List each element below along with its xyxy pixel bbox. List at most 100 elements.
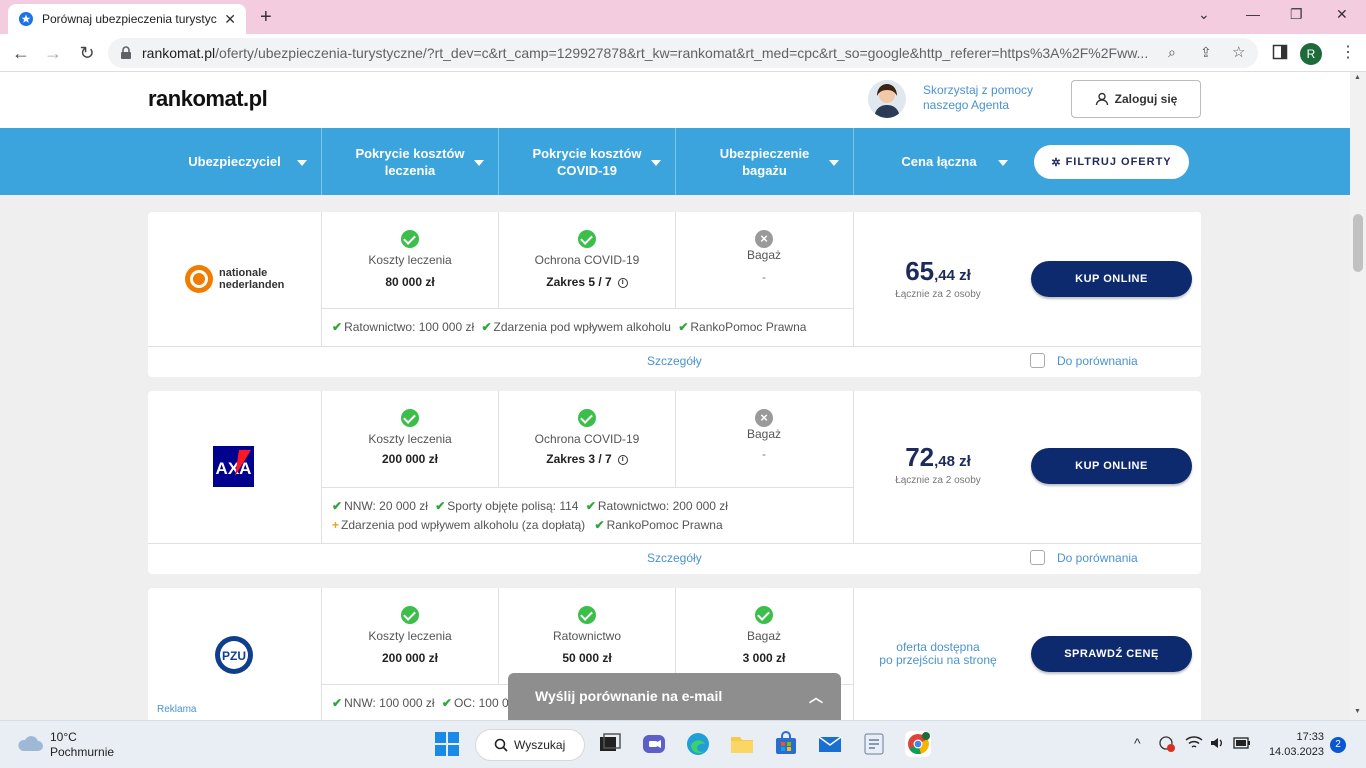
taskbar-search[interactable]: Wyszukaj	[475, 729, 585, 761]
check-icon	[401, 230, 419, 248]
back-icon[interactable]: ←	[10, 42, 32, 64]
filter-offers-button[interactable]: ✲ FILTRUJ OFERTY	[1034, 145, 1189, 179]
details-link[interactable]: Szczegóły	[647, 354, 702, 368]
cloud-icon[interactable]	[16, 733, 44, 753]
search-label: Wyszukaj	[514, 738, 566, 752]
rankomat-logo[interactable]: rankomat.pl	[148, 86, 268, 112]
edge-icon[interactable]	[685, 731, 711, 757]
filter-insurer[interactable]: Ubezpieczyciel	[148, 128, 322, 195]
network-status-icon[interactable]	[1158, 735, 1176, 753]
tick-icon: ✔	[332, 696, 343, 710]
file-explorer-icon[interactable]	[729, 731, 755, 757]
browser-toolbar: ← → ↻ rankomat.pl/oferty/ubezpieczenia-t…	[0, 34, 1366, 72]
tab-title: Porównaj ubezpieczenia turystyc	[42, 12, 217, 26]
feature-item: Sporty objęte polisą: 114	[447, 499, 579, 513]
site-header: rankomat.pl Skorzystaj z pomocy naszego …	[0, 72, 1350, 128]
info-icon[interactable]: i	[617, 454, 628, 465]
maximize-icon[interactable]: ❐	[1290, 6, 1303, 23]
svg-text:PZU: PZU	[222, 649, 246, 663]
close-window-icon[interactable]: ✕	[1336, 6, 1348, 23]
coverage-value: -	[762, 447, 766, 461]
lock-icon	[120, 46, 132, 60]
email-comparison-bar[interactable]: Wyślij porównanie na e-mail ︿	[508, 673, 841, 720]
address-bar[interactable]: rankomat.pl/oferty/ubezpieczenia-turysty…	[108, 38, 1258, 68]
check-price-button[interactable]: SPRAWDŹ CENĘ	[1031, 636, 1192, 672]
scroll-up-icon[interactable]: ▲	[1354, 74, 1361, 81]
feature-list: ✔ Ratownictwo: 100 000 zł ✔ Zdarzenia pod …	[332, 320, 806, 334]
scroll-down-icon[interactable]: ▼	[1354, 708, 1361, 715]
mail-icon[interactable]	[817, 731, 843, 757]
sidepanel-icon[interactable]	[1272, 44, 1288, 60]
price-main: 72	[905, 442, 935, 472]
price-block: 65,44 zł Łącznie za 2 osoby	[853, 256, 1023, 300]
teams-chat-icon[interactable]	[641, 731, 667, 757]
buy-online-button[interactable]: KUP ONLINE	[1031, 261, 1192, 297]
compare-checkbox[interactable]: Do porównania	[1030, 353, 1138, 368]
task-view-icon[interactable]	[597, 731, 623, 757]
price-block: 72,48 zł Łącznie za 2 osoby	[853, 442, 1023, 486]
price-note-block: oferta dostępna po przejściu na stronę	[853, 641, 1023, 667]
coverage-label: Bagaż	[746, 248, 782, 262]
weather-temp: 10°C	[50, 730, 77, 744]
feature-item: RankoPomoc Prawna	[606, 518, 723, 532]
reload-icon[interactable]: ↻	[76, 42, 98, 64]
wifi-icon[interactable]	[1185, 735, 1203, 751]
agent-help-link[interactable]: Skorzystaj z pomocy naszego Agenta	[923, 83, 1063, 113]
bookmark-star-icon[interactable]: ☆	[1232, 43, 1245, 61]
menu-kebab-icon[interactable]: ⋮	[1340, 42, 1356, 62]
share-icon[interactable]: ⇪	[1200, 44, 1212, 61]
filter-baggage[interactable]: Ubezpieczenie bagażu	[676, 128, 854, 195]
info-icon[interactable]: i	[617, 277, 628, 288]
divider	[148, 346, 1201, 347]
zoom-search-icon[interactable]: ⌕	[1168, 44, 1176, 61]
price-decimal: ,44 zł	[934, 267, 971, 284]
chevron-up-icon[interactable]: ^	[1134, 735, 1141, 751]
checkbox-icon[interactable]	[1030, 353, 1045, 368]
check-icon	[755, 606, 773, 624]
filter-price[interactable]: Cena łączna	[854, 128, 1024, 195]
weather-widget[interactable]: 10°C Pochmurnie	[50, 730, 114, 760]
coverage-rescue: Ratownictwo 50 000 zł	[499, 606, 675, 665]
close-tab-icon[interactable]: ✕	[224, 11, 236, 28]
compare-checkbox[interactable]: Do porównania	[1030, 550, 1138, 565]
buy-online-button[interactable]: KUP ONLINE	[1031, 448, 1192, 484]
coverage-covid: Ochrona COVID-19 Zakres 5 / 7 i	[499, 230, 675, 289]
coverage-label: Koszty leczenia	[368, 432, 452, 446]
login-button[interactable]: Zaloguj się	[1071, 80, 1201, 118]
filter-medical-label: Pokrycie kosztów leczenia	[355, 145, 465, 178]
checkbox-icon[interactable]	[1030, 550, 1045, 565]
feature-item: Ratownictwo: 100 000 zł	[344, 320, 475, 334]
scrollbar-thumb[interactable]	[1353, 214, 1363, 272]
browser-tab[interactable]: Porównaj ubezpieczenia turystyc ✕	[8, 4, 246, 34]
tick-icon: ✔	[594, 518, 605, 532]
notification-badge[interactable]: 2	[1330, 737, 1346, 753]
details-link[interactable]: Szczegóły	[647, 551, 702, 565]
forward-icon[interactable]: →	[42, 42, 64, 64]
plus-icon: +	[332, 518, 340, 532]
battery-icon[interactable]	[1233, 736, 1251, 750]
browser-tab-strip: Porównaj ubezpieczenia turystyc ✕ + ⌄ — …	[0, 0, 1366, 34]
chevron-up-icon[interactable]: ︿	[809, 687, 823, 707]
filter-medical-costs[interactable]: Pokrycie kosztów leczenia	[322, 128, 499, 195]
new-tab-icon[interactable]: +	[260, 6, 272, 29]
agent-avatar[interactable]	[868, 80, 906, 118]
page-scrollbar[interactable]: ▲ ▼	[1350, 72, 1366, 720]
system-clock[interactable]: 17:33 14.03.2023	[1262, 730, 1324, 760]
filter-covid-label: Pokrycie kosztów COVID-19	[532, 145, 642, 178]
coverage-label: Ratownictwo	[552, 629, 622, 643]
site-favicon-icon	[18, 11, 34, 27]
filter-covid[interactable]: Pokrycie kosztów COVID-19	[499, 128, 676, 195]
profile-avatar[interactable]: R	[1300, 43, 1322, 65]
speaker-icon[interactable]	[1209, 735, 1225, 751]
tab-search-icon[interactable]: ⌄	[1198, 6, 1210, 23]
minimize-icon[interactable]: —	[1246, 6, 1260, 22]
pzu-logo-icon: PZU	[215, 636, 253, 674]
feature-list: ✔ NNW: 100 000 zł ✔ OC: 100 0	[332, 696, 509, 710]
windows-start-icon[interactable]	[434, 731, 460, 757]
store-icon[interactable]	[773, 731, 799, 757]
filter-offers-label: FILTRUJ OFERTY	[1065, 156, 1172, 168]
notepad-app-icon[interactable]	[861, 731, 887, 757]
compare-label: Do porównania	[1057, 353, 1138, 368]
chrome-icon[interactable]	[905, 731, 931, 757]
tick-icon: ✔	[481, 320, 492, 334]
